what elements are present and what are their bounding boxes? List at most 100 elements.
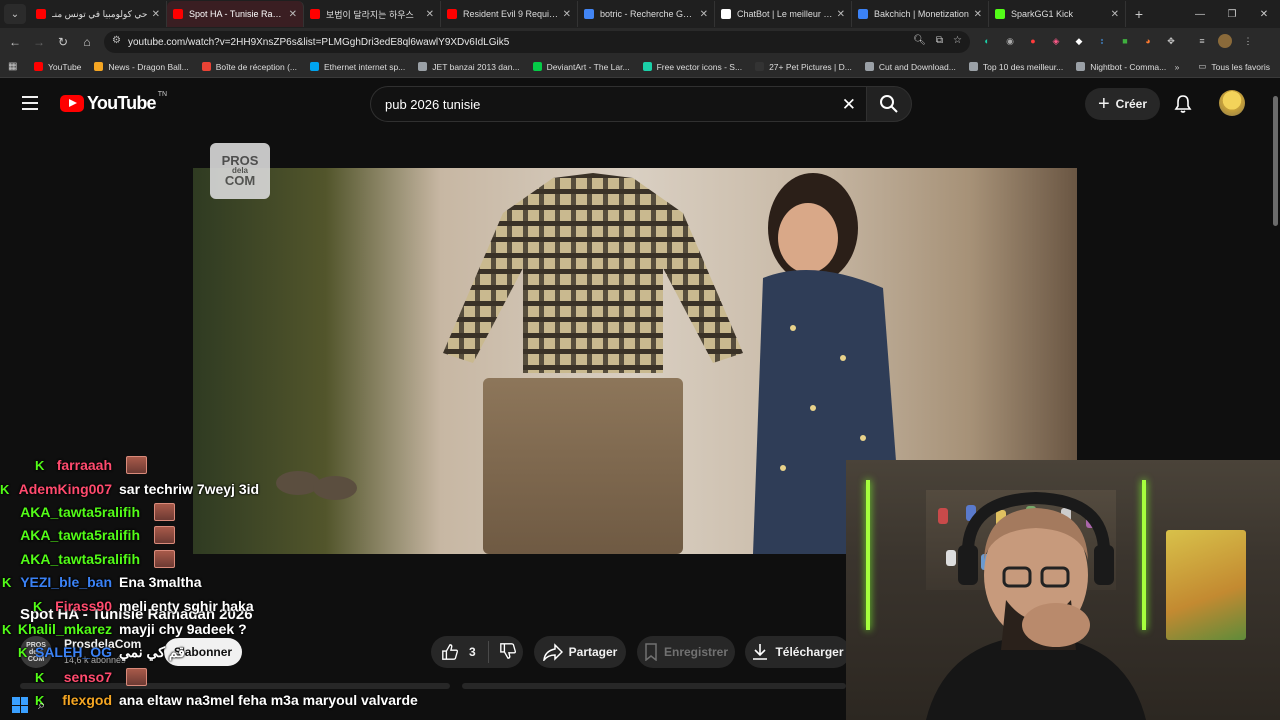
bookmark-label: Boîte de réception (... — [215, 61, 297, 72]
browser-tab[interactable]: Resident Evil 9 Requiem ✕ — [441, 1, 578, 27]
search-value: pub 2026 tunisie — [385, 96, 481, 112]
close-window-button[interactable]: ✕ — [1248, 0, 1280, 28]
create-button[interactable]: + Créer — [1085, 88, 1160, 120]
share-button[interactable]: Partager — [534, 636, 626, 668]
download-icon — [753, 644, 768, 660]
chat-username: senso7 — [63, 669, 112, 685]
tab-title: SparkGG1 Kick — [1011, 9, 1074, 19]
extension-icon[interactable]: ◕ — [1141, 34, 1155, 48]
extension-icon[interactable]: ◉ — [1003, 34, 1017, 48]
forward-button[interactable]: → — [27, 35, 51, 49]
extension-icon[interactable]: ◈ — [1049, 34, 1063, 48]
chat-message: K Firass90 meli enty sghir haka — [0, 595, 460, 617]
search-button[interactable] — [866, 86, 912, 122]
restore-button[interactable]: ❐ — [1216, 0, 1248, 28]
youtube-header: YouTube TN pub 2026 tunisie ✕ + Créer — [0, 78, 1280, 130]
minimize-button[interactable]: — — [1184, 0, 1216, 28]
new-tab-button[interactable]: + — [1126, 6, 1152, 22]
thumbs-down-icon — [500, 642, 516, 659]
download-button[interactable]: Télécharger — [745, 636, 850, 668]
plus-icon: + — [1134, 6, 1144, 22]
bookmark-item[interactable]: YouTube — [34, 62, 81, 72]
bookmark-item[interactable]: Cut and Download... — [864, 62, 956, 72]
bookmark-star-icon[interactable]: ☆ — [953, 35, 962, 46]
address-bar[interactable]: ⚙ youtube.com/watch?v=2HH9XnsZP6s&list=P… — [104, 31, 970, 53]
kick-badge-icon: K — [35, 669, 45, 685]
bookmark-item[interactable]: Boîte de réception (... — [201, 61, 297, 72]
extension-icon[interactable]: ⦂ — [1095, 34, 1109, 48]
home-button[interactable]: ⌂ — [75, 35, 99, 49]
extension-icon[interactable]: ■ — [1118, 34, 1132, 48]
browser-tab[interactable]: Bakchich | Monetization ✕ — [852, 1, 989, 27]
extension-icon[interactable]: ● — [1026, 34, 1040, 48]
close-tab-icon[interactable]: ✕ — [563, 9, 571, 20]
zoom-icon[interactable]: 🔍︎ — [913, 35, 926, 46]
reload-button[interactable]: ↻ — [51, 35, 75, 49]
close-tab-icon[interactable]: ✕ — [426, 9, 434, 20]
youtube-logo[interactable]: YouTube TN — [60, 91, 168, 114]
back-button[interactable]: ← — [3, 35, 27, 49]
browser-tab[interactable]: Spot HA - Tunisie Ramad ✕ — [167, 1, 304, 27]
bookmark-item[interactable]: Free vector icons - S... — [642, 62, 742, 72]
browser-tab[interactable]: SparkGG1 Kick ✕ — [989, 1, 1126, 27]
browser-tab[interactable]: ChatBot | Le meilleur log ✕ — [715, 1, 852, 27]
site-info-icon[interactable]: ⚙ — [112, 35, 121, 46]
tab-title: Bakchich | Monetization — [874, 9, 969, 19]
tab-search-button[interactable]: ⌄ — [4, 4, 26, 24]
account-avatar[interactable] — [1219, 90, 1245, 116]
close-tab-icon[interactable]: ✕ — [289, 9, 297, 20]
bookmark-favicon-icon — [310, 62, 319, 71]
chat-username: SALEH_OG — [34, 644, 112, 660]
related-videos-area[interactable] — [462, 683, 846, 689]
close-tab-icon[interactable]: ✕ — [837, 9, 845, 20]
chat-message: K AdemKing007 sar techriw 7weyj 3id — [0, 478, 460, 500]
profile-avatar[interactable] — [1218, 34, 1232, 48]
tab-title: Resident Evil 9 Requiem — [463, 9, 559, 19]
menu-icon[interactable] — [22, 96, 38, 110]
chat-message: Kfarraaah — [0, 454, 460, 476]
install-app-icon[interactable]: ⧉ — [936, 35, 943, 46]
browser-menu-icon[interactable]: ⋮ — [1241, 34, 1255, 48]
search-icon[interactable]: ⌕ — [38, 697, 45, 713]
close-tab-icon[interactable]: ✕ — [700, 9, 708, 20]
bookmarks-bar: ▦ YouTube News - Dragon Ball... Boîte de r… — [0, 56, 1280, 78]
apps-grid-icon[interactable]: ▦ — [8, 61, 22, 72]
webcam-poster — [1166, 530, 1246, 640]
more-bookmarks-icon[interactable]: » — [1175, 62, 1180, 72]
notifications-bell-icon[interactable] — [1173, 94, 1193, 114]
close-tab-icon[interactable]: ✕ — [1111, 9, 1119, 20]
like-count: 3 — [469, 645, 476, 659]
close-tab-icon[interactable]: ✕ — [152, 9, 160, 20]
bookmark-item[interactable]: 27+ Pet Pictures | D... — [755, 62, 852, 72]
save-button[interactable]: Enregistrer — [637, 636, 735, 668]
kick-badge-icon: K — [2, 574, 12, 590]
close-tab-icon[interactable]: ✕ — [974, 9, 982, 20]
extensions-puzzle-icon[interactable]: ✥ — [1164, 34, 1178, 48]
browser-tab[interactable]: botric - Recherche Googl ✕ — [578, 1, 715, 27]
search-input[interactable]: pub 2026 tunisie ✕ — [370, 86, 866, 122]
bookmark-item[interactable]: Ethernet internet sp... — [310, 62, 405, 72]
bookmark-item[interactable]: Nightbot - Comma... — [1076, 62, 1166, 72]
bookmark-item[interactable]: DeviantArt - The Lar... — [532, 62, 630, 72]
browser-tab[interactable]: 보법이 달라지는 하우스 ✕ — [304, 1, 441, 27]
browser-tab[interactable]: حي كولومبيا في تونس منـ ✕ — [30, 1, 167, 27]
extension-icon[interactable]: ◐ — [980, 34, 994, 48]
bookmark-item[interactable]: Top 10 des meilleur... — [968, 62, 1063, 72]
bookmark-favicon-icon — [532, 62, 542, 71]
all-bookmarks-link[interactable]: Tous les favoris — [1211, 62, 1270, 72]
extensions-bar: ◐ ◉ ● ◈ ◆ ⦂ ■ ◕ ✥ ≡ ⋮ — [980, 34, 1255, 48]
bookmark-item[interactable]: News - Dragon Ball... — [94, 62, 189, 72]
logo-country-code: TN — [157, 91, 168, 98]
dislike-button[interactable] — [489, 642, 517, 663]
bookmark-label: JET banzai 2013 dan... — [432, 61, 520, 72]
bookmark-label: YouTube — [48, 61, 82, 72]
media-control-icon[interactable]: ≡ — [1195, 34, 1209, 48]
clear-search-icon[interactable]: ✕ — [842, 95, 856, 115]
windows-start-icon[interactable] — [12, 697, 28, 713]
scrollbar-thumb[interactable] — [1273, 96, 1278, 226]
chat-message: KAKA_tawta5ralifih — [0, 501, 460, 523]
bookmark-item[interactable]: JET banzai 2013 dan... — [418, 61, 520, 72]
extension-icon[interactable]: ◆ — [1072, 34, 1086, 48]
tab-favicon-icon — [36, 9, 46, 19]
tab-title: حي كولومبيا في تونس منـ — [52, 8, 148, 19]
